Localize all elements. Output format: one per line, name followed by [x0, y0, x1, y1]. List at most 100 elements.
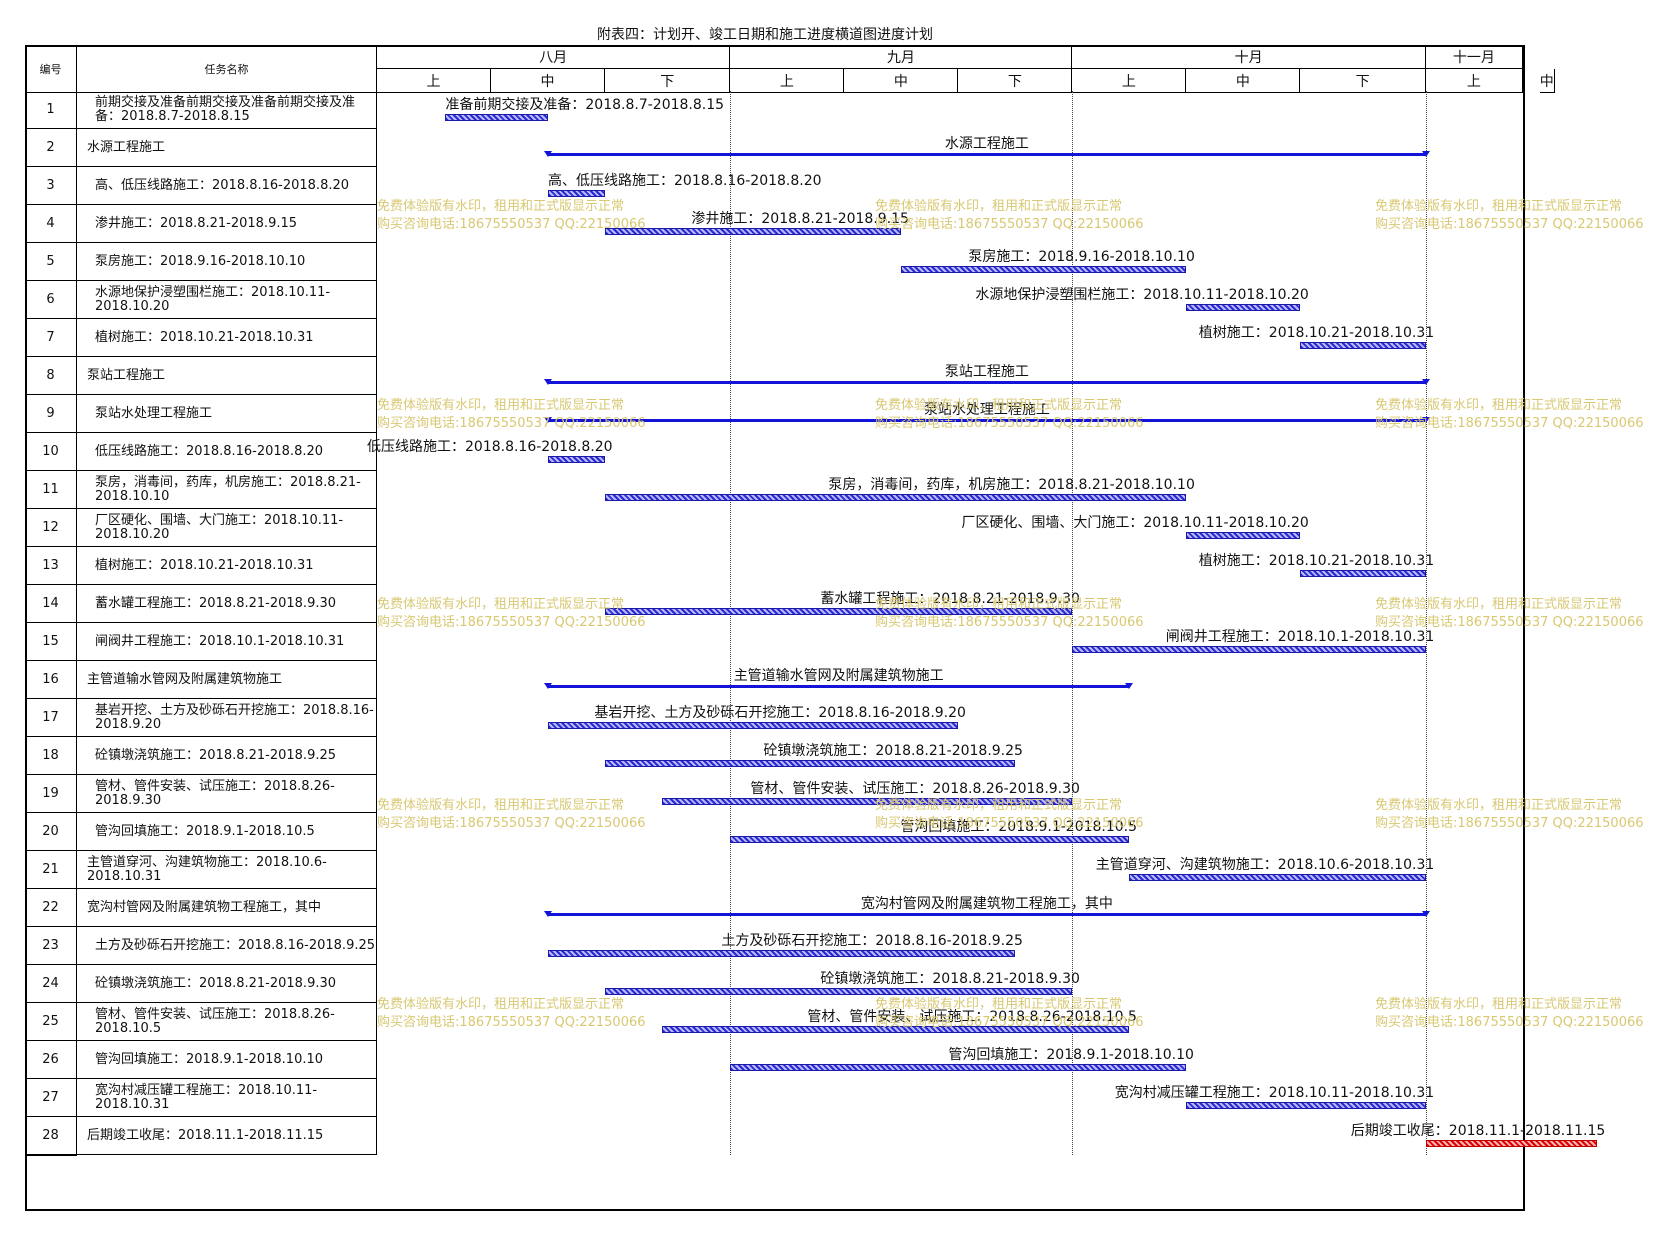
bar-label: 厂区硬化、围墙、大门施工：2018.10.11-2018.10.20	[961, 515, 1309, 531]
task-bar	[1425, 1140, 1597, 1147]
watermark-text: 免费体验版有水印，租用和正式版显示正常 购买咨询电话:18675550537 QQ…	[377, 996, 646, 1032]
period-header: 上	[1425, 69, 1523, 93]
period-header: 中	[1539, 69, 1555, 93]
task-name: 管沟回填施工：2018.9.1-2018.10.5	[77, 813, 377, 851]
bar-label: 管材、管件安装、试压施工：2018.8.26-2018.9.30	[750, 781, 1080, 797]
watermark-line: 购买咨询电话:18675550537 QQ:22150066	[377, 416, 646, 431]
watermark-text: 免费体验版有水印，租用和正式版显示正常购买咨询电话:18675550537 QQ…	[377, 797, 646, 833]
task-number: 27	[25, 1079, 77, 1117]
bar-label: 水源工程施工	[944, 136, 1029, 152]
task-name: 渗井施工：2018.8.21-2018.9.15	[77, 205, 377, 243]
task-name: 水源地保护浸塑围栏施工：2018.10.11-2018.10.20	[77, 281, 377, 319]
watermark-line: 免费体验版有水印，租用和正式版显示正常	[1375, 199, 1623, 214]
bar-label: 砼镇墩浇筑施工：2018.8.21-2018.9.30	[820, 971, 1080, 987]
bar-label: 宽沟村减压罐工程施工：2018.10.11-2018.10.31	[1114, 1085, 1435, 1101]
column-header-task: 任务名称	[77, 45, 377, 93]
task-bar	[548, 190, 605, 197]
bar-label: 低压线路施工：2018.8.16-2018.8.20	[367, 439, 613, 455]
watermark-text: 免费体验版有水印，租用和正式版显示正常 购买咨询电话:18675550537 QQ…	[1375, 397, 1644, 433]
period-header: 下	[605, 69, 731, 93]
month-header: 八月	[377, 45, 731, 69]
summary-bar	[543, 683, 1134, 689]
watermark-line: 免费体验版有水印，租用和正式版显示正常	[875, 798, 1123, 813]
bar-label: 主管道输水管网及附属建筑物施工	[733, 668, 944, 684]
task-number: 25	[25, 1003, 77, 1041]
task-bar	[1186, 1102, 1426, 1109]
watermark-text: 免费体验版有水印，租用和正式版显示正常 购买咨询电话:18675550537 QQ…	[377, 198, 646, 234]
task-name: 蓄水罐工程施工：2018.8.21-2018.9.30	[77, 585, 377, 623]
task-number: 1	[25, 91, 77, 129]
bar-label: 准备前期交接及准备：2018.8.7-2018.8.15	[445, 97, 725, 113]
bar-label: 泵站工程施工	[944, 364, 1029, 380]
summary-bar	[544, 911, 1430, 917]
task-name: 宽沟村减压罐工程施工：2018.10.11-2018.10.31	[77, 1079, 377, 1117]
bar-label: 高、低压线路施工：2018.8.16-2018.8.20	[548, 173, 822, 189]
watermark-line: 免费体验版有水印，租用和正式版显示正常	[377, 597, 625, 612]
task-number: 16	[25, 661, 77, 699]
watermark-text: 免费体验版有水印，租用和正式版显示正常 购买咨询电话:18675550537 QQ…	[1375, 596, 1644, 632]
summary-bar	[544, 151, 1430, 157]
task-name: 低压线路施工：2018.8.16-2018.8.20	[77, 433, 377, 471]
task-number: 17	[25, 699, 77, 737]
period-header: 下	[1300, 69, 1426, 93]
watermark-text: 免费体验版有水印，租用和正式版显示正常 购买咨询电话:18675550537 QQ…	[875, 198, 1144, 234]
task-number: 20	[25, 813, 77, 851]
task-name: 高、低压线路施工：2018.8.16-2018.8.20	[77, 167, 377, 205]
month-header: 十月	[1072, 45, 1426, 69]
task-number: 21	[25, 851, 77, 889]
watermark-text: 免费体验版有水印，租用和正式版显示正常 购买咨询电话:18675550537 QQ…	[1375, 198, 1644, 234]
watermark-line: 购买咨询电话:18675550537 QQ:22150066	[875, 816, 1144, 831]
task-name: 前期交接及准备前期交接及准备前期交接及准备：2018.8.7-2018.8.15	[77, 91, 377, 129]
task-name: 闸阀井工程施工：2018.10.1-2018.10.31	[77, 623, 377, 661]
watermark-line: 购买咨询电话:18675550537 QQ:22150066	[875, 1015, 1144, 1030]
bar-label: 管沟回填施工：2018.9.1-2018.10.10	[948, 1047, 1194, 1063]
watermark-text: 免费体验版有水印，租用和正式版显示正常 购买咨询电话:18675550537 QQ…	[875, 397, 1144, 433]
task-bar	[605, 760, 1016, 767]
task-name: 植树施工：2018.10.21-2018.10.31	[77, 319, 377, 357]
task-number: 4	[25, 205, 77, 243]
task-number: 24	[25, 965, 77, 1003]
bar-label: 植树施工：2018.10.21-2018.10.31	[1198, 325, 1435, 341]
task-name: 后期竣工收尾：2018.11.1-2018.11.15	[77, 1117, 377, 1155]
period-header: 上	[730, 69, 845, 93]
task-bar	[1300, 342, 1426, 349]
watermark-line: 免费体验版有水印，租用和正式版显示正常	[377, 997, 625, 1012]
gantt-chart: 附表四：计划开、竣工日期和施工进度横道图进度计划 编号 任务名称 1 前期交接及准备前…	[0, 0, 1660, 1233]
bar-label: 宽沟村管网及附属建筑物工程施工，其中	[860, 896, 1113, 912]
task-number: 15	[25, 623, 77, 661]
task-number: 8	[25, 357, 77, 395]
watermark-line: 购买咨询电话:18675550537 QQ:22150066	[875, 416, 1144, 431]
watermark-line: 购买咨询电话:18675550537 QQ:22150066	[377, 615, 646, 630]
watermark-line: 免费体验版有水印，租用和正式版显示正常	[1375, 997, 1623, 1012]
task-bar	[1186, 304, 1301, 311]
task-number: 28	[25, 1117, 77, 1155]
task-bar	[605, 494, 1187, 501]
watermark-line: 购买咨询电话:18675550537 QQ:22150066	[377, 816, 646, 831]
task-bar	[1072, 646, 1426, 653]
task-name: 泵房施工：2018.9.16-2018.10.10	[77, 243, 377, 281]
summary-bar	[544, 379, 1430, 385]
period-header: 中	[491, 69, 605, 93]
task-number: 7	[25, 319, 77, 357]
task-number: 13	[25, 547, 77, 585]
watermark-line: 购买咨询电话:18675550537 QQ:22150066	[875, 615, 1144, 630]
task-name: 植树施工：2018.10.21-2018.10.31	[77, 547, 377, 585]
bar-label: 泵房，消毒间，药库，机房施工：2018.8.21-2018.10.10	[828, 477, 1195, 493]
watermark-line: 免费体验版有水印，租用和正式版显示正常	[377, 199, 625, 214]
bar-label: 砼镇墩浇筑施工：2018.8.21-2018.9.25	[763, 743, 1023, 759]
task-number: 9	[25, 395, 77, 433]
column-header-no: 编号	[25, 45, 77, 93]
task-bar	[548, 456, 605, 463]
bar-label: 泵房施工：2018.9.16-2018.10.10	[968, 249, 1195, 265]
watermark-text: 免费体验版有水印，租用和正式版显示正常 购买咨询电话:18675550537 QQ…	[875, 596, 1144, 632]
task-number: 5	[25, 243, 77, 281]
month-header: 十一月	[1425, 45, 1523, 69]
watermark-text: 免费体验版有水印，租用和正式版显示正常 购买咨询电话:18675550537 QQ…	[1375, 996, 1644, 1032]
bar-label: 主管道穿河、沟建筑物施工：2018.10.6-2018.10.31	[1095, 857, 1435, 873]
task-number: 22	[25, 889, 77, 927]
task-name: 基岩开挖、土方及砂砾石开挖施工：2018.8.16-2018.9.20	[77, 699, 377, 737]
task-number: 3	[25, 167, 77, 205]
watermark-line: 免费体验版有水印，租用和正式版显示正常	[875, 199, 1123, 214]
bar-label: 植树施工：2018.10.21-2018.10.31	[1198, 553, 1435, 569]
watermark-line: 免费体验版有水印，租用和正式版显示正常	[377, 798, 625, 813]
